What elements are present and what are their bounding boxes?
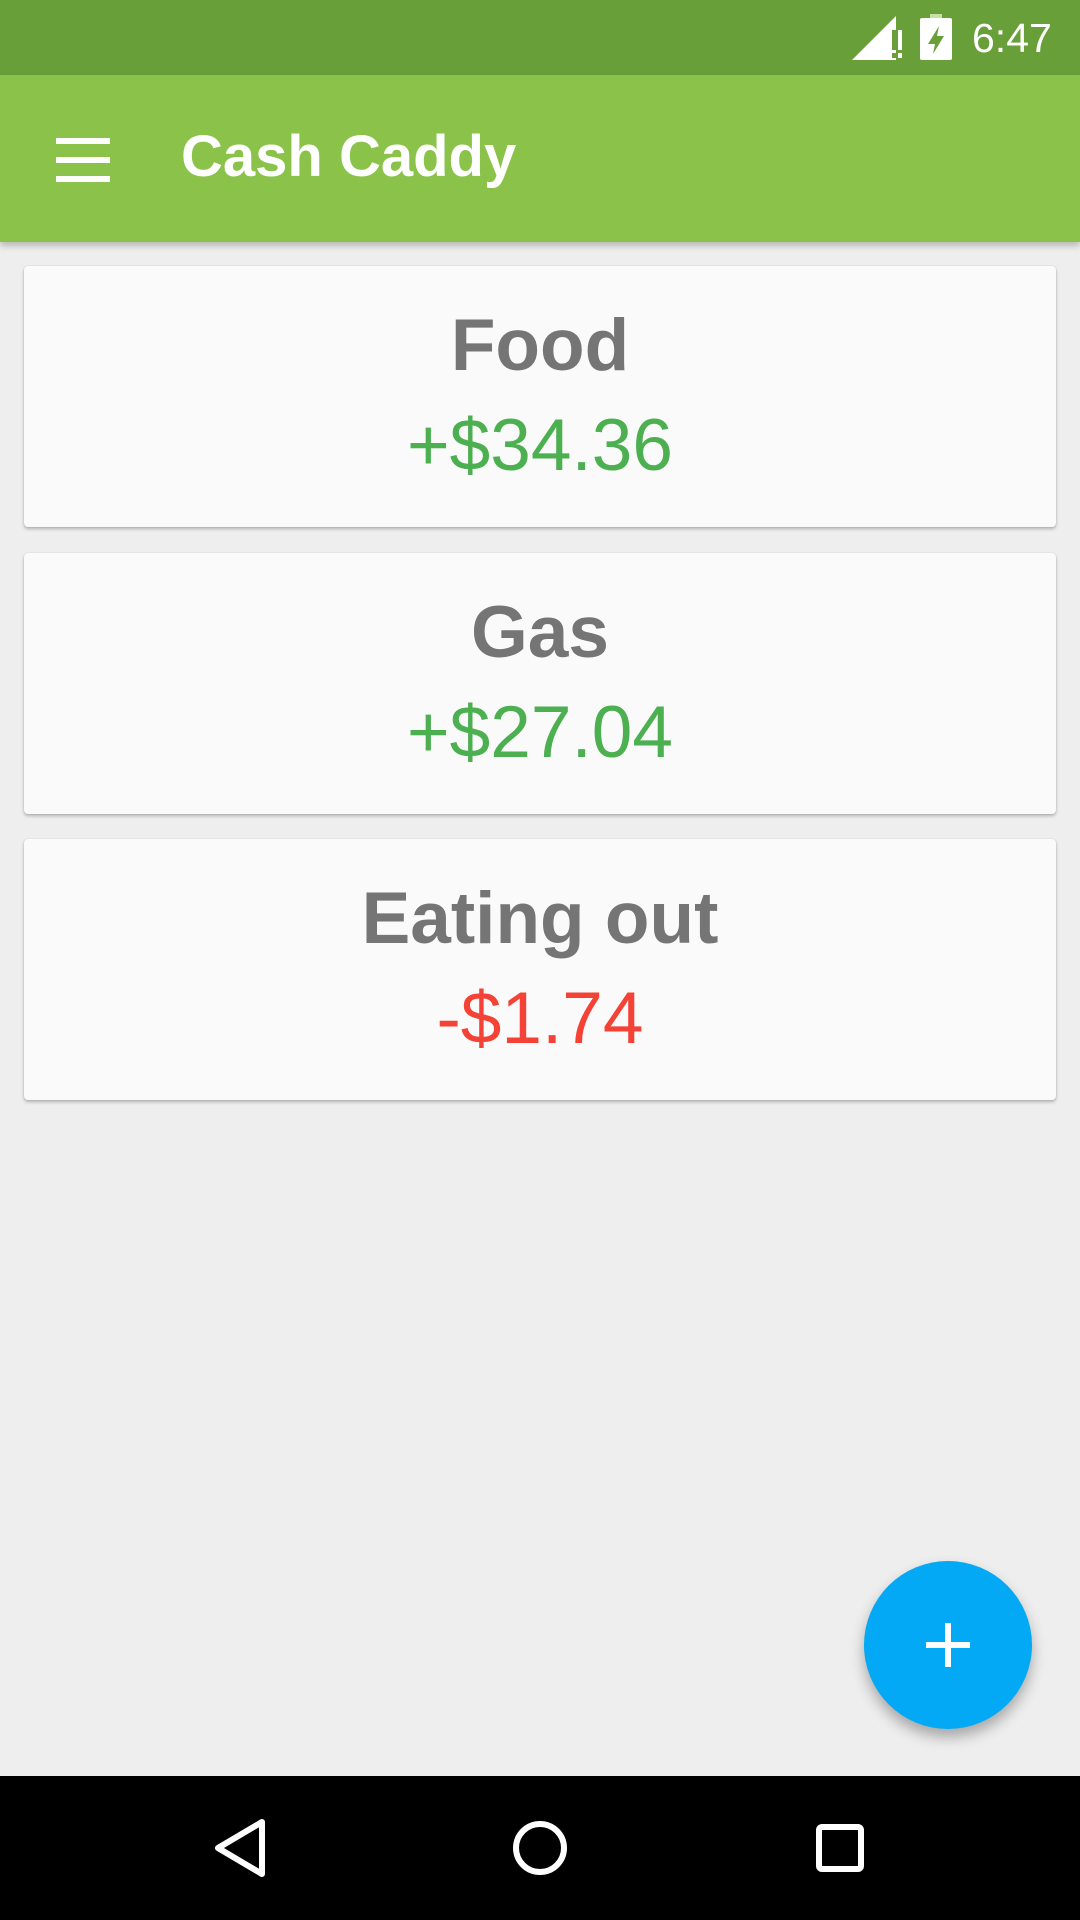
hamburger-menu-icon[interactable]: [30, 110, 140, 210]
back-icon[interactable]: [190, 1798, 290, 1898]
app-title: Cash Caddy: [181, 124, 517, 189]
category-amount: +$34.36: [407, 405, 673, 486]
navigation-bar: [0, 1776, 1080, 1920]
add-category-button[interactable]: [864, 1561, 1032, 1729]
plus-icon: [945, 1623, 951, 1667]
battery-charging-icon: [920, 14, 952, 60]
category-amount: -$1.74: [436, 978, 644, 1059]
menu-bar-line: [56, 157, 110, 163]
home-icon[interactable]: [490, 1798, 590, 1898]
screen: 6:47 Cash Caddy Food +$34.36 Gas +$27.04…: [0, 0, 1080, 1920]
app-bar: Cash Caddy: [0, 75, 1080, 242]
recents-icon[interactable]: [790, 1798, 890, 1898]
category-name: Food: [450, 305, 630, 386]
category-card-food[interactable]: Food +$34.36: [24, 266, 1056, 527]
clock: 6:47: [972, 15, 1052, 61]
category-name: Gas: [471, 592, 609, 673]
status-bar: 6:47: [0, 0, 1080, 75]
menu-bar-line: [56, 138, 110, 144]
menu-bar-line: [56, 176, 110, 182]
category-amount: +$27.04: [407, 692, 673, 773]
category-card-eating-out[interactable]: Eating out -$1.74: [24, 839, 1056, 1100]
category-name: Eating out: [361, 878, 719, 959]
signal-icon: [852, 16, 902, 60]
category-card-gas[interactable]: Gas +$27.04: [24, 553, 1056, 814]
